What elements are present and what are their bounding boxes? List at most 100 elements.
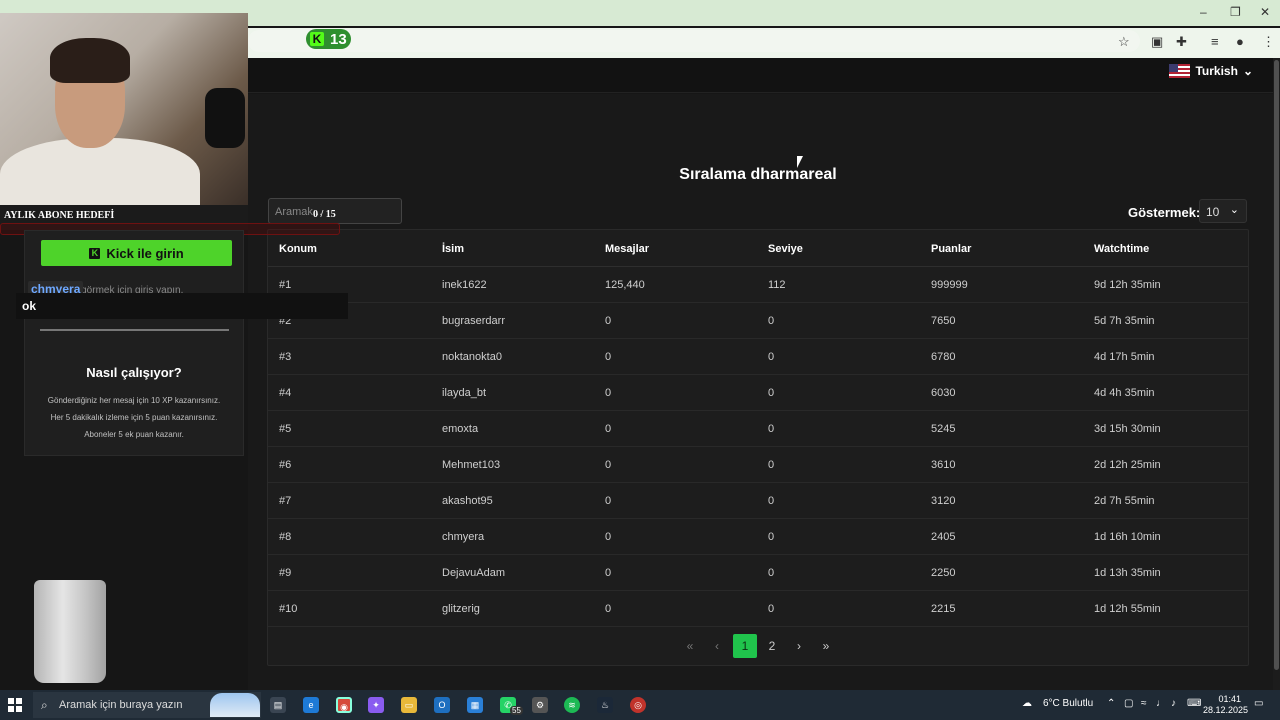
cell-name: inek1622 [442, 279, 487, 291]
cell-level: 0 [768, 423, 775, 435]
scrollbar-thumb[interactable] [1274, 60, 1279, 670]
start-icon[interactable] [8, 698, 22, 712]
how-line-2: Her 5 dakikalık izleme için 5 puan kazan… [50, 413, 218, 422]
table-row: #9 DejavuAdam 0 0 2250 1d 13h 35min [268, 555, 1248, 591]
col-points: Puanlar [931, 243, 972, 255]
spotify-icon[interactable]: ≋ [564, 697, 580, 713]
cell-rank: #8 [279, 531, 292, 543]
next-page-button[interactable]: › [787, 634, 811, 658]
table-row: #6 Mehmet103 0 0 3610 2d 12h 25min [268, 447, 1248, 483]
cell-messages: 0 [605, 387, 612, 399]
cell-rank: #6 [279, 459, 292, 471]
outlook-icon[interactable]: O [434, 697, 450, 713]
kick-logo-icon: K [310, 32, 324, 46]
cell-points: 2215 [931, 603, 956, 615]
address-bar[interactable] [248, 30, 1140, 52]
cell-name: glitzerig [442, 603, 480, 615]
page-1-button[interactable]: 1 [733, 634, 757, 658]
task-view-icon[interactable]: ▤ [270, 697, 286, 713]
tray-volume-icon[interactable]: ♪ [1171, 698, 1176, 709]
chat-message: ok [16, 293, 348, 319]
extension-icon[interactable]: ▣ [1151, 34, 1163, 50]
tray-chevron-up-icon[interactable]: ⌃ [1107, 698, 1115, 709]
tray-keyboard-icon[interactable]: ⌨ [1187, 698, 1201, 709]
cell-messages: 0 [605, 351, 612, 363]
cell-rank: #5 [279, 423, 292, 435]
cell-watchtime: 3d 15h 30min [1094, 423, 1161, 435]
last-page-button[interactable]: » [814, 634, 838, 658]
puzzle-icon[interactable]: ✚ [1176, 34, 1187, 50]
cell-name: Mehmet103 [442, 459, 501, 471]
cell-name: chmyera [442, 531, 485, 543]
page-size-value: 10 [1206, 205, 1220, 219]
sub-goal-label: AYLIK ABONE HEDEFİ [4, 210, 115, 221]
tray-app-icon[interactable]: ▢ [1124, 698, 1133, 709]
chrome-icon[interactable]: ◉ [336, 697, 352, 713]
steam-icon[interactable]: ♨ [597, 697, 613, 713]
profile-avatar[interactable]: ● [1236, 34, 1244, 49]
table-row: #7 akashot95 0 0 3120 2d 7h 55min [268, 483, 1248, 519]
cell-rank: #9 [279, 567, 292, 579]
webcam-feed [0, 13, 248, 205]
cell-name: akashot95 [442, 495, 493, 507]
kick-logo-icon: K [89, 247, 101, 259]
cell-messages: 125,440 [605, 279, 645, 291]
cell-points: 2250 [931, 567, 956, 579]
cell-watchtime: 4d 4h 35min [1094, 387, 1155, 399]
obs-icon[interactable]: ◎ [630, 697, 646, 713]
table-row: #1 inek1622 125,440 112 999999 9d 12h 35min [268, 267, 1248, 303]
edge-icon[interactable]: e [303, 697, 319, 713]
cell-messages: 0 [605, 531, 612, 543]
cell-points: 6780 [931, 351, 956, 363]
prev-page-button[interactable]: ‹ [705, 634, 729, 658]
copilot-icon[interactable]: ✦ [368, 697, 384, 713]
table-row: #10 glitzerig 0 0 2215 1d 12h 55min [268, 591, 1248, 627]
cell-points: 3120 [931, 495, 956, 507]
sub-goal-widget: AYLIK ABONE HEDEFİ [0, 205, 340, 235]
tray-network-icon[interactable]: ≈ [1141, 698, 1147, 709]
media-icon[interactable]: ≡ [1211, 34, 1219, 49]
bookmark-star-icon[interactable]: ☆ [1118, 34, 1130, 50]
menu-kebab-icon[interactable]: ⋮ [1262, 34, 1275, 50]
taskbar-clock[interactable]: 01:41 28.12.2025 [1203, 694, 1248, 716]
cell-watchtime: 2d 12h 25min [1094, 459, 1161, 471]
cell-points: 2405 [931, 531, 956, 543]
how-line-1: Gönderdiğiniz her mesaj için 10 XP kazan… [47, 396, 221, 405]
leaderboard-table: Konum İsim Mesajlar Seviye Puanlar Watch… [267, 229, 1249, 666]
notifications-icon[interactable]: ▭ [1254, 698, 1263, 709]
clock-time: 01:41 [1218, 694, 1241, 704]
site-header: Turkish ⌄ [248, 58, 1273, 93]
cell-rank: #7 [279, 495, 292, 507]
cell-messages: 0 [605, 567, 612, 579]
whatsapp-badge: 55 [510, 706, 523, 715]
settings-gear-icon[interactable]: ⚙ [532, 697, 548, 713]
sub-goal-count: 0 / 15 [313, 209, 336, 220]
cell-level: 0 [768, 603, 775, 615]
cell-level: 0 [768, 531, 775, 543]
store-icon[interactable]: ▦ [467, 697, 483, 713]
glass-cup-image [34, 580, 106, 683]
maximize-icon[interactable]: ❐ [1230, 5, 1241, 19]
col-watchtime: Watchtime [1094, 243, 1150, 255]
page-2-button[interactable]: 2 [760, 634, 784, 658]
language-selector[interactable]: Turkish ⌄ [1169, 64, 1253, 78]
cell-level: 112 [768, 279, 786, 291]
file-explorer-icon[interactable]: ▭ [401, 697, 417, 713]
kick-login-button[interactable]: K Kick ile girin [41, 240, 232, 266]
cell-messages: 0 [605, 459, 612, 471]
tray-mic-icon[interactable]: ♩ [1156, 698, 1166, 709]
first-page-button[interactable]: « [678, 634, 702, 658]
cell-watchtime: 2d 7h 55min [1094, 495, 1155, 507]
divider [40, 329, 229, 331]
minimize-icon[interactable]: – [1200, 5, 1207, 19]
us-flag-icon [1169, 64, 1191, 78]
cell-points: 6030 [931, 387, 956, 399]
page-size-select[interactable]: 10 ⌄ [1199, 199, 1247, 223]
page-scrollbar[interactable] [1273, 58, 1280, 690]
search-highlight-art [210, 693, 260, 717]
cell-messages: 0 [605, 495, 612, 507]
cell-watchtime: 9d 12h 35min [1094, 279, 1161, 291]
close-icon[interactable]: ✕ [1260, 5, 1270, 19]
kick-extension-badge[interactable]: K 13 [306, 29, 351, 49]
weather-cloud-icon: ☁ [1022, 698, 1032, 709]
